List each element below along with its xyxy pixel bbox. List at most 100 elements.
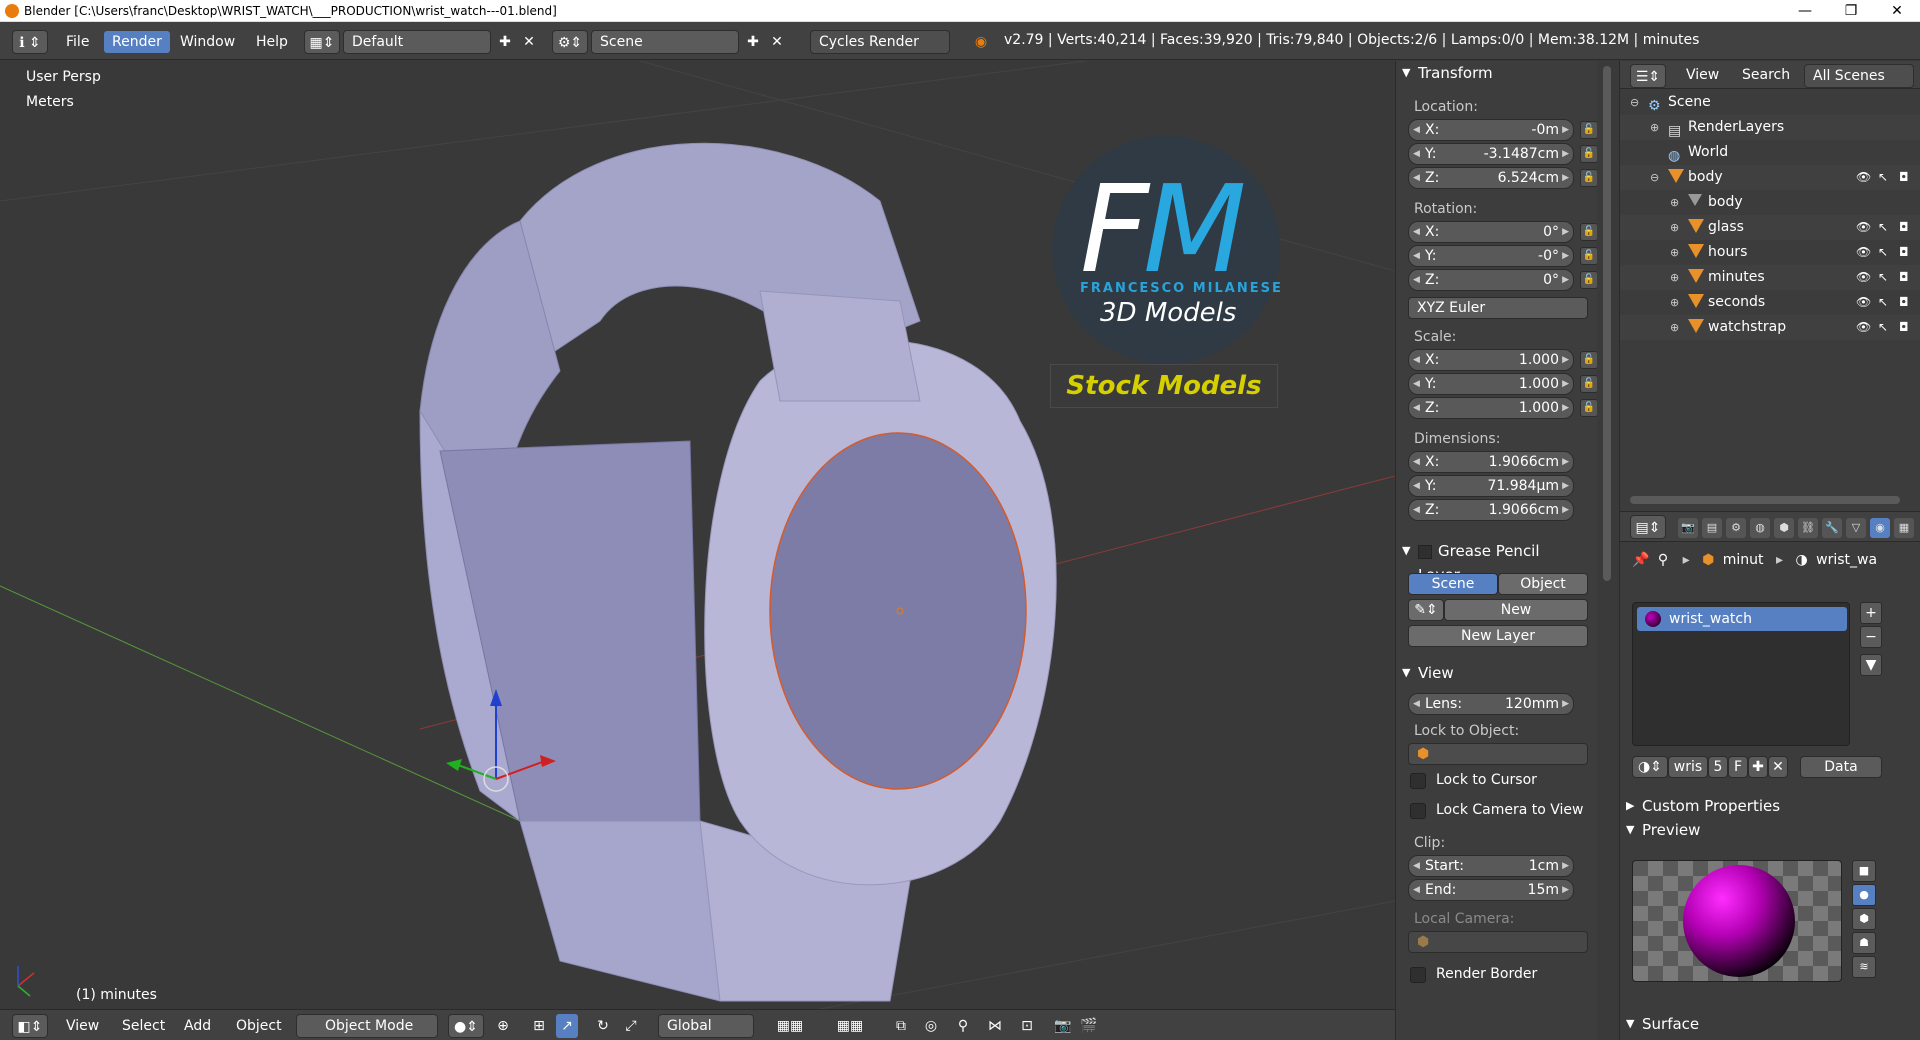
- lock-to-cursor-checkbox[interactable]: [1410, 773, 1426, 789]
- snap-icon[interactable]: ⚲: [952, 1014, 974, 1038]
- snap-element-icon[interactable]: ⋈: [984, 1014, 1006, 1038]
- layers-icon-2[interactable]: ▦▦: [824, 1014, 876, 1038]
- preview-cube-icon[interactable]: ⬢: [1852, 908, 1876, 930]
- outliner-item-body[interactable]: ⊖ body 👁 ↖ ◘: [1620, 165, 1920, 190]
- rotation-z-field[interactable]: ◀ Z: 0° ▶: [1408, 269, 1574, 291]
- mode-select[interactable]: Object Mode: [296, 1014, 438, 1038]
- render-image-icon[interactable]: 📷: [1052, 1014, 1074, 1038]
- manipulator-icon[interactable]: ⊞: [528, 1014, 550, 1038]
- menu-add[interactable]: Add: [176, 1015, 219, 1037]
- remove-slot-button[interactable]: −: [1860, 626, 1882, 648]
- preview-sphere-icon[interactable]: ●: [1852, 884, 1876, 906]
- layers-icon[interactable]: ▦▦: [764, 1014, 816, 1038]
- menu-render[interactable]: Render: [104, 31, 170, 53]
- material-name-field[interactable]: wris: [1668, 756, 1708, 778]
- properties-editor-icon[interactable]: ▤⇕: [1630, 515, 1666, 539]
- shelf-scrollbar[interactable]: [1597, 61, 1619, 1040]
- outliner-item-minutes[interactable]: ⊕ minutes 👁 ↖ ◘: [1620, 265, 1920, 290]
- orientation-select[interactable]: Global: [658, 1014, 754, 1038]
- layers-tab-icon[interactable]: ▤: [1702, 518, 1722, 538]
- lock-icon[interactable]: 🔓: [1580, 169, 1597, 187]
- scale-y-field[interactable]: ◀ Y: 1.000 ▶: [1408, 373, 1574, 395]
- scene-field[interactable]: Scene: [591, 30, 739, 54]
- add-scene-icon[interactable]: ✚: [742, 30, 764, 54]
- editor-type-info-icon[interactable]: ℹ ⇕: [12, 30, 48, 54]
- surface-panel-header[interactable]: ▼ Surface: [1620, 1012, 1810, 1036]
- editor-type-3d-icon[interactable]: ◧⇕: [12, 1014, 48, 1038]
- menu-file[interactable]: File: [58, 31, 97, 53]
- outliner-item-body-mesh[interactable]: ⊕ body: [1620, 190, 1920, 215]
- material-users-count[interactable]: 5: [1708, 756, 1728, 778]
- clip-start-field[interactable]: ◀ Start: 1cm ▶: [1408, 855, 1574, 877]
- scene-tab-icon[interactable]: ⚙: [1726, 518, 1746, 538]
- render-animation-icon[interactable]: 🎬: [1078, 1014, 1100, 1038]
- rotation-mode-select[interactable]: XYZ Euler: [1408, 297, 1588, 319]
- grease-pencil-tab-scene[interactable]: Scene: [1408, 573, 1498, 595]
- dimensions-x-field[interactable]: ◀ X: 1.9066cm ▶: [1408, 451, 1574, 473]
- select-cursor-icon[interactable]: ↖: [1878, 265, 1888, 290]
- close-button[interactable]: ✕: [1874, 0, 1920, 22]
- proportional-icon[interactable]: ◎: [920, 1014, 942, 1038]
- lens-field[interactable]: ◀ Lens: 120mm ▶: [1408, 693, 1574, 715]
- rotation-y-field[interactable]: ◀ Y: -0° ▶: [1408, 245, 1574, 267]
- render-camera-icon[interactable]: ◘: [1899, 265, 1909, 290]
- outliner-item-scene[interactable]: ⊖ ⚙ Scene: [1620, 90, 1920, 115]
- location-x-field[interactable]: ◀ X: -0m ▶: [1408, 119, 1574, 141]
- lock-icon[interactable]: 🔓: [1580, 247, 1597, 265]
- menu-object[interactable]: Object: [228, 1015, 290, 1037]
- translate-icon[interactable]: ↗: [556, 1014, 578, 1038]
- 3d-viewport[interactable]: User Persp Meters (1) minutes FM FRANCES…: [0, 61, 1395, 1009]
- visibility-eye-icon[interactable]: 👁: [1856, 215, 1871, 240]
- shading-icon[interactable]: ●⇕: [448, 1014, 484, 1038]
- lock-icon[interactable]: 🔓: [1580, 121, 1597, 139]
- outliner-editor-icon[interactable]: ☰⇕: [1630, 64, 1666, 88]
- object-tab-icon[interactable]: ⬢: [1774, 518, 1794, 538]
- select-cursor-icon[interactable]: ↖: [1878, 315, 1888, 340]
- material-browse-button[interactable]: ◑⇕: [1632, 756, 1668, 778]
- outliner-view-menu[interactable]: View: [1678, 64, 1727, 86]
- select-cursor-icon[interactable]: ↖: [1878, 215, 1888, 240]
- lock-icon[interactable]: 🔓: [1580, 399, 1597, 417]
- remove-scene-icon[interactable]: ✕: [766, 30, 788, 54]
- fake-user-toggle[interactable]: F: [1728, 756, 1748, 778]
- minimize-button[interactable]: —: [1782, 0, 1828, 22]
- pivot-icon[interactable]: ⊕: [492, 1014, 514, 1038]
- render-border-checkbox[interactable]: [1410, 967, 1426, 983]
- preview-plane-icon[interactable]: ■: [1852, 860, 1876, 882]
- select-cursor-icon[interactable]: ↖: [1878, 165, 1888, 190]
- outliner-item-hours[interactable]: ⊕ hours 👁 ↖ ◘: [1620, 240, 1920, 265]
- slot-menu-button[interactable]: ▼: [1860, 654, 1882, 676]
- render-camera-icon[interactable]: ◘: [1899, 240, 1909, 265]
- menu-help[interactable]: Help: [248, 31, 296, 53]
- grease-pencil-new-layer-button[interactable]: New Layer: [1408, 625, 1588, 647]
- material-slot-item[interactable]: wrist_watch: [1637, 607, 1847, 631]
- snap-target-icon[interactable]: ⊡: [1016, 1014, 1038, 1038]
- lock-to-object-field[interactable]: ⬢: [1408, 743, 1588, 765]
- location-y-field[interactable]: ◀ Y: -3.1487cm ▶: [1408, 143, 1574, 165]
- rotation-x-field[interactable]: ◀ X: 0° ▶: [1408, 221, 1574, 243]
- menu-view[interactable]: View: [58, 1015, 107, 1037]
- preview-panel-header[interactable]: ▼ Preview: [1620, 818, 1810, 842]
- dimensions-y-field[interactable]: ◀ Y: 71.984µm ▶: [1408, 475, 1574, 497]
- outliner-hscrollbar[interactable]: [1630, 496, 1900, 504]
- modifiers-tab-icon[interactable]: 🔧: [1822, 518, 1842, 538]
- lock-icon[interactable]: 🔓: [1580, 351, 1597, 369]
- visibility-eye-icon[interactable]: 👁: [1856, 315, 1871, 340]
- render-camera-icon[interactable]: ◘: [1899, 315, 1909, 340]
- visibility-eye-icon[interactable]: 👁: [1856, 265, 1871, 290]
- scale-icon[interactable]: ⤢: [620, 1014, 642, 1038]
- scale-x-field[interactable]: ◀ X: 1.000 ▶: [1408, 349, 1574, 371]
- outliner-item-renderlayers[interactable]: ⊕ ▤ RenderLayers: [1620, 115, 1920, 140]
- select-cursor-icon[interactable]: ↖: [1878, 240, 1888, 265]
- lock-icon[interactable]: 🔓: [1580, 145, 1597, 163]
- visibility-eye-icon[interactable]: 👁: [1856, 240, 1871, 265]
- render-camera-icon[interactable]: ◘: [1899, 165, 1909, 190]
- texture-tab-icon[interactable]: ▦: [1894, 518, 1914, 538]
- pin-icon[interactable]: 📌: [1632, 552, 1649, 568]
- rotate-icon[interactable]: ↻: [592, 1014, 614, 1038]
- scene-icon[interactable]: ⚙⇕: [552, 30, 588, 54]
- scrollbar-thumb[interactable]: [1603, 66, 1611, 581]
- outliner-item-seconds[interactable]: ⊕ seconds 👁 ↖ ◘: [1620, 290, 1920, 315]
- transform-panel-header[interactable]: ▼ Transform: [1396, 61, 1586, 85]
- grease-pencil-panel-header[interactable]: ▼Grease Pencil Layer: [1396, 539, 1586, 584]
